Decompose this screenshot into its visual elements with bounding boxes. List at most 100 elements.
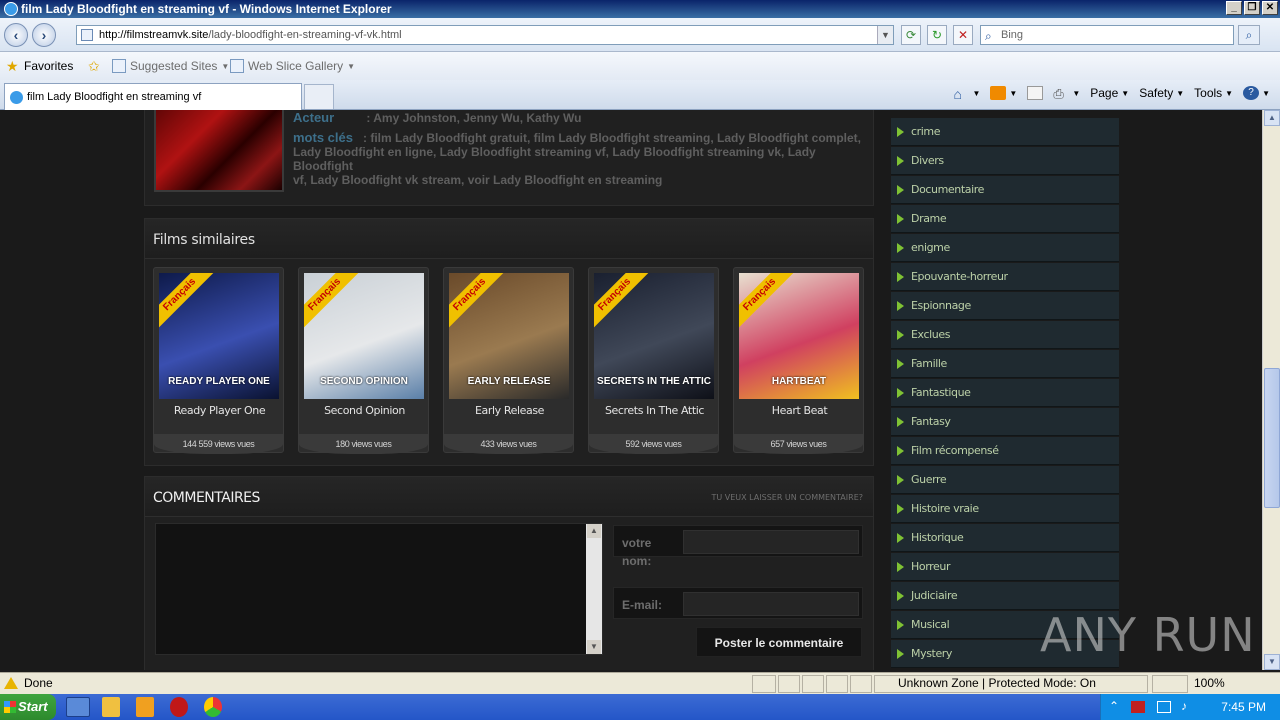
print-button[interactable]: ⎙ ▼ [1053,86,1080,101]
start-button[interactable]: Start [0,694,56,720]
film-card[interactable]: HARTBEAT Français Heart Beat 657 views vues [733,267,865,454]
search-input[interactable]: ⌕ Bing [980,25,1234,45]
explorer-taskbar-icon[interactable] [102,697,120,717]
tools-menu[interactable]: Tools ▼ [1194,86,1233,100]
comment-scrollbar[interactable]: ▲ ▼ [586,524,602,654]
category-item[interactable]: Horreur [891,553,1119,581]
minimize-button[interactable]: _ [1226,1,1242,15]
film-card[interactable]: EARLY RELEASE Français Early Release 433 vi… [443,267,575,454]
film-title[interactable]: Early Release [444,404,575,417]
category-label: Horreur [911,560,951,573]
category-label: Epouvante-horreur [911,270,1008,283]
media-player-taskbar-icon[interactable] [136,697,154,717]
category-item[interactable]: Exclues [891,321,1119,349]
email-field-row: E-mail: [613,587,863,619]
email-label: E-mail: [622,598,663,612]
film-title[interactable]: Second Opinion [299,404,430,417]
category-item[interactable]: Judiciaire [891,582,1119,610]
category-label: Documentaire [911,183,985,196]
start-label: Start [18,699,48,714]
security-tray-icon[interactable] [1131,701,1145,713]
popup-blocker-icon[interactable] [826,675,848,693]
home-button[interactable]: ⌂ ▼ [953,86,980,102]
film-poster[interactable]: SECRETS IN THE ATTIC Français [594,273,714,399]
film-title[interactable]: Ready Player One [154,404,285,417]
film-poster-text: EARLY RELEASE [467,376,551,387]
address-dropdown-icon[interactable]: ▼ [877,26,893,44]
arrow-right-icon [897,388,904,398]
search-placeholder: Bing [1001,29,1024,41]
category-item[interactable]: Documentaire [891,176,1119,204]
scroll-up-icon[interactable]: ▲ [587,524,601,538]
tab-active[interactable]: film Lady Bloodfight en streaming vf [4,83,302,110]
arrow-right-icon [897,417,904,427]
category-label: Drame [911,212,947,225]
protected-mode-icon[interactable] [1152,675,1188,693]
film-card[interactable]: SECOND OPINION Français Second Opinion 180 … [298,267,430,454]
refresh-icon[interactable]: ↻ [927,25,947,45]
email-field[interactable] [683,592,859,616]
name-label: votre nom: [622,536,652,568]
category-item[interactable]: Drame [891,205,1119,233]
back-button[interactable]: ‹ [4,23,28,47]
category-item[interactable]: Guerre [891,466,1119,494]
name-field[interactable] [683,530,859,554]
tray-expand-icon[interactable]: ⌃ [1109,699,1119,713]
add-favorites-button[interactable]: ✩ [88,59,102,73]
category-item[interactable]: Espionnage [891,292,1119,320]
arrow-right-icon [897,591,904,601]
safety-menu[interactable]: Safety ▼ [1139,86,1184,100]
help-button[interactable]: ? ▼ [1243,86,1270,100]
category-item[interactable]: Film récompensé [891,437,1119,465]
feeds-button[interactable]: ▼ [990,86,1017,100]
film-poster[interactable]: HARTBEAT Français [739,273,859,399]
new-tab-button[interactable] [304,84,334,109]
scroll-down-icon[interactable]: ▼ [1264,654,1280,670]
scroll-down-icon[interactable]: ▼ [587,640,601,654]
stop-icon[interactable]: ✕ [953,25,973,45]
ie-taskbar-icon[interactable] [66,697,90,717]
forward-button[interactable]: › [32,23,56,47]
film-title[interactable]: Secrets In The Attic [589,404,720,417]
scroll-thumb[interactable] [1264,368,1280,508]
favorites-button[interactable]: ★ Favorites [6,59,73,73]
category-item[interactable]: Fantastique [891,379,1119,407]
language-ribbon: Français [739,273,798,333]
category-item[interactable]: Famille [891,350,1119,378]
category-item[interactable]: Fantasy [891,408,1119,436]
network-tray-icon[interactable] [1157,701,1171,713]
film-card[interactable]: READY PLAYER ONE Français Ready Player One… [153,267,285,454]
page-menu[interactable]: Page ▼ [1090,86,1129,100]
category-item[interactable]: Epouvante-horreur [891,263,1119,291]
mail-button[interactable] [1027,86,1044,100]
keywords-row: mots clés: film Lady Bloodfight gratuit,… [293,131,873,188]
volume-tray-icon[interactable]: ♪ [1181,699,1187,713]
page-scrollbar[interactable]: ▲ ▼ [1262,110,1280,670]
category-item[interactable]: Divers [891,147,1119,175]
category-item[interactable]: Historique [891,524,1119,552]
leave-comment-link[interactable]: TU VEUX LAISSER UN COMMENTAIRE? [711,493,863,502]
post-comment-button[interactable]: Poster le commentaire [696,627,862,657]
close-window-button[interactable]: ✕ [1262,1,1278,15]
film-poster[interactable]: EARLY RELEASE Français [449,273,569,399]
web-slice-gallery-link[interactable]: Web Slice Gallery ▼ [230,59,355,73]
opera-taskbar-icon[interactable] [170,697,188,717]
zoom-level[interactable]: 100% [1194,676,1225,690]
film-title[interactable]: Heart Beat [734,404,865,417]
suggested-sites-link[interactable]: Suggested Sites ▼ [112,59,229,73]
film-poster[interactable]: READY PLAYER ONE Français [159,273,279,399]
maximize-button[interactable]: ❐ [1244,1,1260,15]
category-item[interactable]: Histoire vraie [891,495,1119,523]
search-icon[interactable]: ⌕ [1238,25,1260,45]
keywords-line-3: vf, Lady Bloodfight vk stream, voir Lady… [293,173,663,187]
category-item[interactable]: crime [891,118,1119,146]
film-card[interactable]: SECRETS IN THE ATTIC Français Secrets In T… [588,267,720,454]
category-item[interactable]: enigme [891,234,1119,262]
film-poster[interactable]: SECOND OPINION Français [304,273,424,399]
comment-textarea[interactable]: ▲ ▼ [155,523,603,655]
compatibility-view-icon[interactable]: ⟳ [901,25,921,45]
scroll-up-icon[interactable]: ▲ [1264,110,1280,126]
category-label: Mystery [911,647,953,660]
address-input[interactable]: http://filmstreamvk.site/lady-bloodfight… [76,25,894,45]
chrome-taskbar-icon[interactable] [204,697,222,717]
